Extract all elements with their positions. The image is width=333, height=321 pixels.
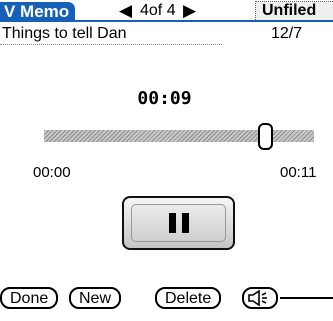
title-underline [0,20,333,22]
slider-track[interactable] [44,130,314,142]
new-button[interactable]: New [69,287,122,309]
title-bar: V Memo ◀ 4of 4 ▶ Unfiled [0,0,333,22]
previous-record-icon[interactable]: ◀ [119,2,132,20]
delete-button[interactable]: Delete [155,287,222,309]
volume-level-line [280,297,333,299]
record-position: 4of 4 [140,2,176,19]
done-button[interactable]: Done [0,287,59,309]
pause-bar-right [181,213,189,233]
end-time: 00:11 [280,164,317,181]
pause-icon [131,204,226,242]
pause-button[interactable] [122,196,235,250]
memo-date[interactable]: 12/7 [271,24,302,44]
next-record-icon[interactable]: ▶ [183,2,196,20]
elapsed-time: 00:09 [137,88,192,109]
category-picker[interactable]: Unfiled [255,1,333,20]
pause-bar-left [168,213,176,233]
app-title[interactable]: V Memo [0,2,76,22]
playback-slider[interactable] [44,123,314,150]
start-time: 00:00 [33,164,71,181]
slider-thumb[interactable] [258,123,274,150]
memo-title-field[interactable]: Things to tell Dan [0,24,222,45]
speaker-icon [248,290,267,306]
volume-button[interactable] [242,287,278,309]
